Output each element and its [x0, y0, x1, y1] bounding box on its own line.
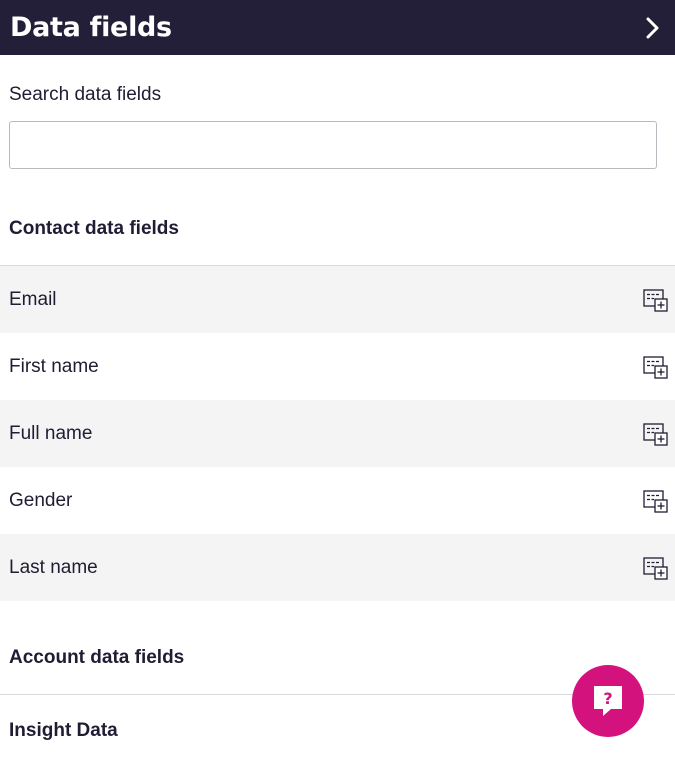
help-chat-button[interactable]: ?: [572, 665, 644, 737]
data-fields-panel: Data fields Search data fields Contact d…: [0, 0, 675, 765]
search-label: Search data fields: [9, 84, 162, 105]
add-field-icon[interactable]: [643, 488, 669, 514]
chevron-right-icon[interactable]: [641, 13, 665, 43]
account-section-heading[interactable]: Account data fields: [9, 647, 184, 669]
panel-title: Data fields: [10, 12, 172, 43]
field-row-last-name[interactable]: Last name: [0, 534, 675, 601]
field-label: Gender: [9, 489, 73, 511]
help-chat-icon: ?: [594, 686, 622, 716]
add-field-icon[interactable]: [643, 555, 669, 581]
panel-header: Data fields: [0, 0, 675, 55]
field-label: First name: [9, 355, 99, 377]
help-glyph: ?: [603, 689, 612, 708]
field-label: Email: [9, 288, 57, 310]
add-field-icon[interactable]: [643, 287, 669, 313]
field-label: Full name: [9, 422, 93, 444]
field-row-gender[interactable]: Gender: [0, 467, 675, 534]
field-row-first-name[interactable]: First name: [0, 333, 675, 400]
field-row-email[interactable]: Email: [0, 266, 675, 333]
add-field-icon[interactable]: [643, 421, 669, 447]
field-row-full-name[interactable]: Full name: [0, 400, 675, 467]
insight-section-heading[interactable]: Insight Data: [9, 720, 118, 742]
contact-field-list: Email First name Full name Gender Last n…: [0, 266, 675, 601]
field-label: Last name: [9, 556, 98, 578]
add-field-icon[interactable]: [643, 354, 669, 380]
contact-section-heading[interactable]: Contact data fields: [9, 218, 179, 240]
search-input[interactable]: [9, 121, 657, 169]
